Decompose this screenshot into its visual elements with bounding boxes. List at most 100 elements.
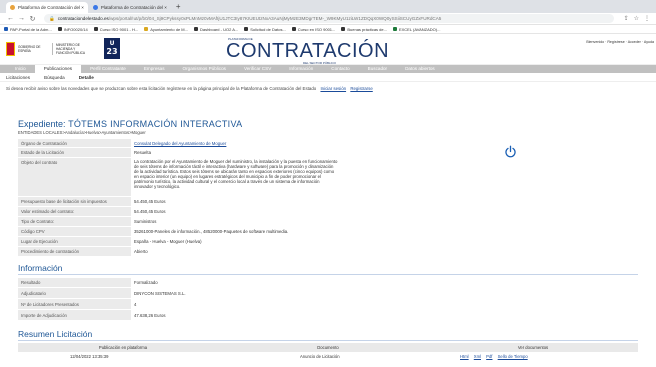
expediente-title: TÓTEMS INFORMACIÓN INTERACTIVA <box>68 119 243 129</box>
bookmark-item[interactable]: Buenas prácticas de... <box>341 27 387 32</box>
xml-link[interactable]: Xml <box>474 354 481 359</box>
info-value: 4 <box>134 301 137 307</box>
bookmark-item[interactable]: Curso en ISO 9001... <box>291 27 335 32</box>
subnav-licitaciones[interactable]: Licitaciones <box>6 75 30 80</box>
detail-value: Abierto <box>134 249 148 254</box>
agenda-2030-logo[interactable]: U 23 <box>104 38 120 59</box>
user-links[interactable]: Bienvenido · Regístrese · Acceder · Ayud… <box>586 40 654 44</box>
column-header: Publicación en plataforma <box>98 345 148 350</box>
nav-item-empresas[interactable]: Empresas <box>135 65 174 73</box>
column-header: Ver documentos <box>517 345 549 350</box>
info-value: DINYCON SISTEMAS S.L. <box>134 290 186 296</box>
nav-item-buscador[interactable]: Buscador <box>359 65 396 73</box>
favicon-icon <box>10 5 15 10</box>
detail-row: Procedimiento de contratación Abierto <box>18 246 638 256</box>
bookmark-item[interactable]: INFO0020/14 <box>57 27 88 32</box>
url-path: /wps/portal/!ut/p/b0/04_Sj9CPykssy0xPLMn… <box>108 16 442 21</box>
subnav-detalle[interactable]: Detalle <box>79 75 94 80</box>
detail-row: Presupuesto base de licitación sin impue… <box>18 196 638 206</box>
tab-title: Plataforma de Contratación del × <box>100 5 167 10</box>
bookmark-item[interactable]: Ayuntamiento de M... <box>144 27 188 32</box>
detail-value: Suministros <box>134 219 157 224</box>
nav-item-organismos-publicos[interactable]: Organismos Públicos <box>174 65 235 73</box>
nav-item-contacto[interactable]: Contacto <box>322 65 358 73</box>
url-input[interactable]: 🔒 contrataciondelestado.es /wps/portal/!… <box>44 14 614 23</box>
agenda-num: 23 <box>106 47 118 56</box>
tab-title: Plataforma de Contratación del × <box>18 5 84 10</box>
objeto-description: La contratación por el Ayuntamiento de M… <box>134 159 338 190</box>
bookmark-item[interactable]: Dashboard - UO2 A... <box>193 27 238 32</box>
nav-item-publicaciones[interactable]: Publicaciones <box>34 65 82 73</box>
html-link[interactable]: Html <box>460 354 469 359</box>
ministry-name: Ministerio de Hacienda y Función Pública <box>52 43 88 55</box>
page-title: Expediente: TÓTEMS INFORMACIÓN INTERACTI… <box>18 119 242 129</box>
star-icon[interactable]: ☆ <box>634 15 639 22</box>
subnav-busqueda[interactable]: Búsqueda <box>44 75 65 80</box>
subscription-notice: Si desea recibir aviso sobre las novedad… <box>0 82 656 95</box>
share-icon[interactable]: ⇪ <box>624 15 629 22</box>
gov-name: Gobierno de España <box>18 45 41 53</box>
detail-label: Presupuesto base de licitación sin impue… <box>18 197 131 206</box>
reload-icon[interactable]: ↻ <box>28 15 37 23</box>
nav-item-informacion[interactable]: Información <box>280 65 322 73</box>
section-divider <box>18 274 638 275</box>
forward-arrow-icon[interactable]: → <box>17 15 26 22</box>
bookmark-icon <box>57 27 62 31</box>
extensions-icon[interactable]: ⋮ <box>644 15 650 22</box>
detail-label: Órgano de Contratación <box>18 139 131 147</box>
detail-row: Estado de la Licitación Resuelta <box>18 147 638 157</box>
detail-value: Resuelta <box>134 150 151 155</box>
browser-tab-active[interactable]: Plataforma de Contratación del × <box>6 2 88 13</box>
government-logo[interactable]: Gobierno de España Ministerio de Haciend… <box>6 38 88 60</box>
new-tab-button[interactable]: + <box>172 2 185 13</box>
power-icon[interactable] <box>504 145 517 158</box>
pdf-link[interactable]: Pdf <box>486 354 492 359</box>
browser-tabbar: Plataforma de Contratación del × Platafo… <box>0 0 656 13</box>
info-value: 47.638,26 Euros <box>134 312 166 318</box>
platform-logo[interactable]: PLATAFORMA DE CONTRATACIÓN DEL SECTOR PÚ… <box>226 37 389 65</box>
table-header: Publicación en plataforma Documento Ver … <box>18 343 638 352</box>
url-host: contrataciondelestado.es <box>57 16 109 21</box>
site-header: Gobierno de España Ministerio de Haciend… <box>0 34 656 65</box>
informacion-grid: Resultado Formalizado Adjudicatario DINY… <box>18 277 638 320</box>
nav-item-verificar-csv[interactable]: Verificar CSV <box>235 65 280 73</box>
organo-link[interactable]: Consulat Delegado del Ayuntamiento de Mo… <box>134 141 226 146</box>
detail-label: Tipo de Contrato: <box>18 217 131 226</box>
bookmark-item[interactable]: EXCEL (AVANZADO)... <box>392 27 440 32</box>
bookmark-icon <box>392 27 397 31</box>
publication-date: 12/04/2022 13:35:39 <box>70 353 109 359</box>
detail-row: Valor estimado del contrato: 54.450,45 E… <box>18 206 638 216</box>
lock-icon: 🔒 <box>49 15 55 21</box>
bookmark-item[interactable]: Curso ISO 9001 - H... <box>93 27 138 32</box>
favicon-icon <box>92 5 98 10</box>
breadcrumb: ENTIDADES LOCALES>Andalucía>Huelva>Ayunt… <box>18 130 146 135</box>
bookmark-icon <box>244 27 249 31</box>
timestamp-link[interactable]: Sello de Tiempo <box>498 354 528 359</box>
detail-value: La contratación por el Ayuntamiento de M… <box>131 158 638 196</box>
login-link[interactable]: Iniciar sesión <box>320 86 346 91</box>
nav-item-inicio[interactable]: Inicio <box>6 65 35 73</box>
nav-item-perfil-contratante[interactable]: Perfil Contratante <box>81 65 135 73</box>
back-arrow-icon[interactable]: ← <box>6 15 15 22</box>
bookmark-item[interactable]: PAP-Portal de la Adm... <box>4 27 52 32</box>
detail-row: Objeto del contrato La contratación por … <box>18 157 638 196</box>
browser-tab-inactive[interactable]: Plataforma de Contratación del × <box>89 2 171 13</box>
info-value: Formalizado <box>134 280 158 285</box>
info-row: Importe de Adjudicación 47.638,26 Euros <box>18 309 638 320</box>
notice-text: Si desea recibir aviso sobre las novedad… <box>6 86 317 91</box>
info-label: Nº de Licitadores Presentados <box>18 299 131 309</box>
resumen-title: Resumen Licitación <box>18 329 93 339</box>
nav-item-datos-abiertos[interactable]: Datos abiertos <box>396 65 444 73</box>
register-link[interactable]: Registrarse <box>350 86 372 91</box>
detail-row: Código CPV 35261000-Paneles de informaci… <box>18 226 638 236</box>
bookmark-icon <box>4 27 8 31</box>
info-row: Adjudicatario DINYCON SISTEMAS S.L. <box>18 287 638 298</box>
bookmark-item[interactable]: Solicitud de Datos... <box>244 27 286 32</box>
detail-value: 35261000-Paneles de información., 485200… <box>134 229 289 234</box>
detail-label: Código CPV <box>18 227 131 236</box>
address-bar-row: ← → ↻ 🔒 contrataciondelestado.es /wps/po… <box>0 13 656 25</box>
detail-row: Órgano de Contratación Consulat Delegado… <box>18 138 638 147</box>
bookmark-icon <box>193 27 198 31</box>
resumen-table: Publicación en plataforma Documento Ver … <box>18 343 638 360</box>
info-label: Adjudicatario <box>18 288 131 298</box>
